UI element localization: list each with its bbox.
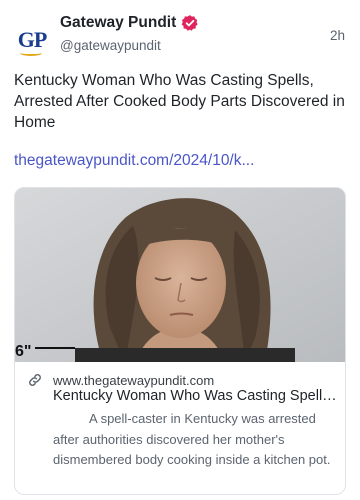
- card-description: A spell-caster in Kentucky was arrested …: [53, 411, 331, 467]
- author-row: Gateway Pundit: [60, 14, 199, 32]
- card-domain-row: www.thegatewaypundit.com: [27, 372, 214, 388]
- post-text: Kentucky Woman Who Was Casting Spells, A…: [14, 72, 345, 131]
- height-marker-text: 6": [15, 343, 31, 360]
- card-title[interactable]: Kentucky Woman Who Was Casting Spells, A…: [53, 388, 337, 404]
- link-icon: [29, 374, 41, 386]
- avatar-swoosh: [20, 50, 42, 56]
- mugshot-photo: 6": [15, 188, 345, 362]
- social-post: GP Gateway Pundit @gatewaypundit 2h Kent…: [0, 0, 360, 500]
- post-link[interactable]: thegatewaypundit.com/2024/10/k...: [14, 152, 350, 170]
- post-timestamp[interactable]: 2h: [330, 28, 345, 43]
- author-name[interactable]: Gateway Pundit: [60, 14, 176, 32]
- avatar-logo-text: GP: [17, 27, 48, 52]
- author-handle[interactable]: @gatewaypundit: [60, 38, 161, 53]
- verified-badge-icon: [181, 15, 198, 31]
- card-image[interactable]: 6": [15, 188, 345, 362]
- avatar[interactable]: GP: [14, 22, 50, 58]
- card-domain: www.thegatewaypundit.com: [53, 372, 215, 388]
- link-preview-card[interactable]: 6" www.thegatewaypundit.com Kentucky Wom…: [14, 187, 346, 495]
